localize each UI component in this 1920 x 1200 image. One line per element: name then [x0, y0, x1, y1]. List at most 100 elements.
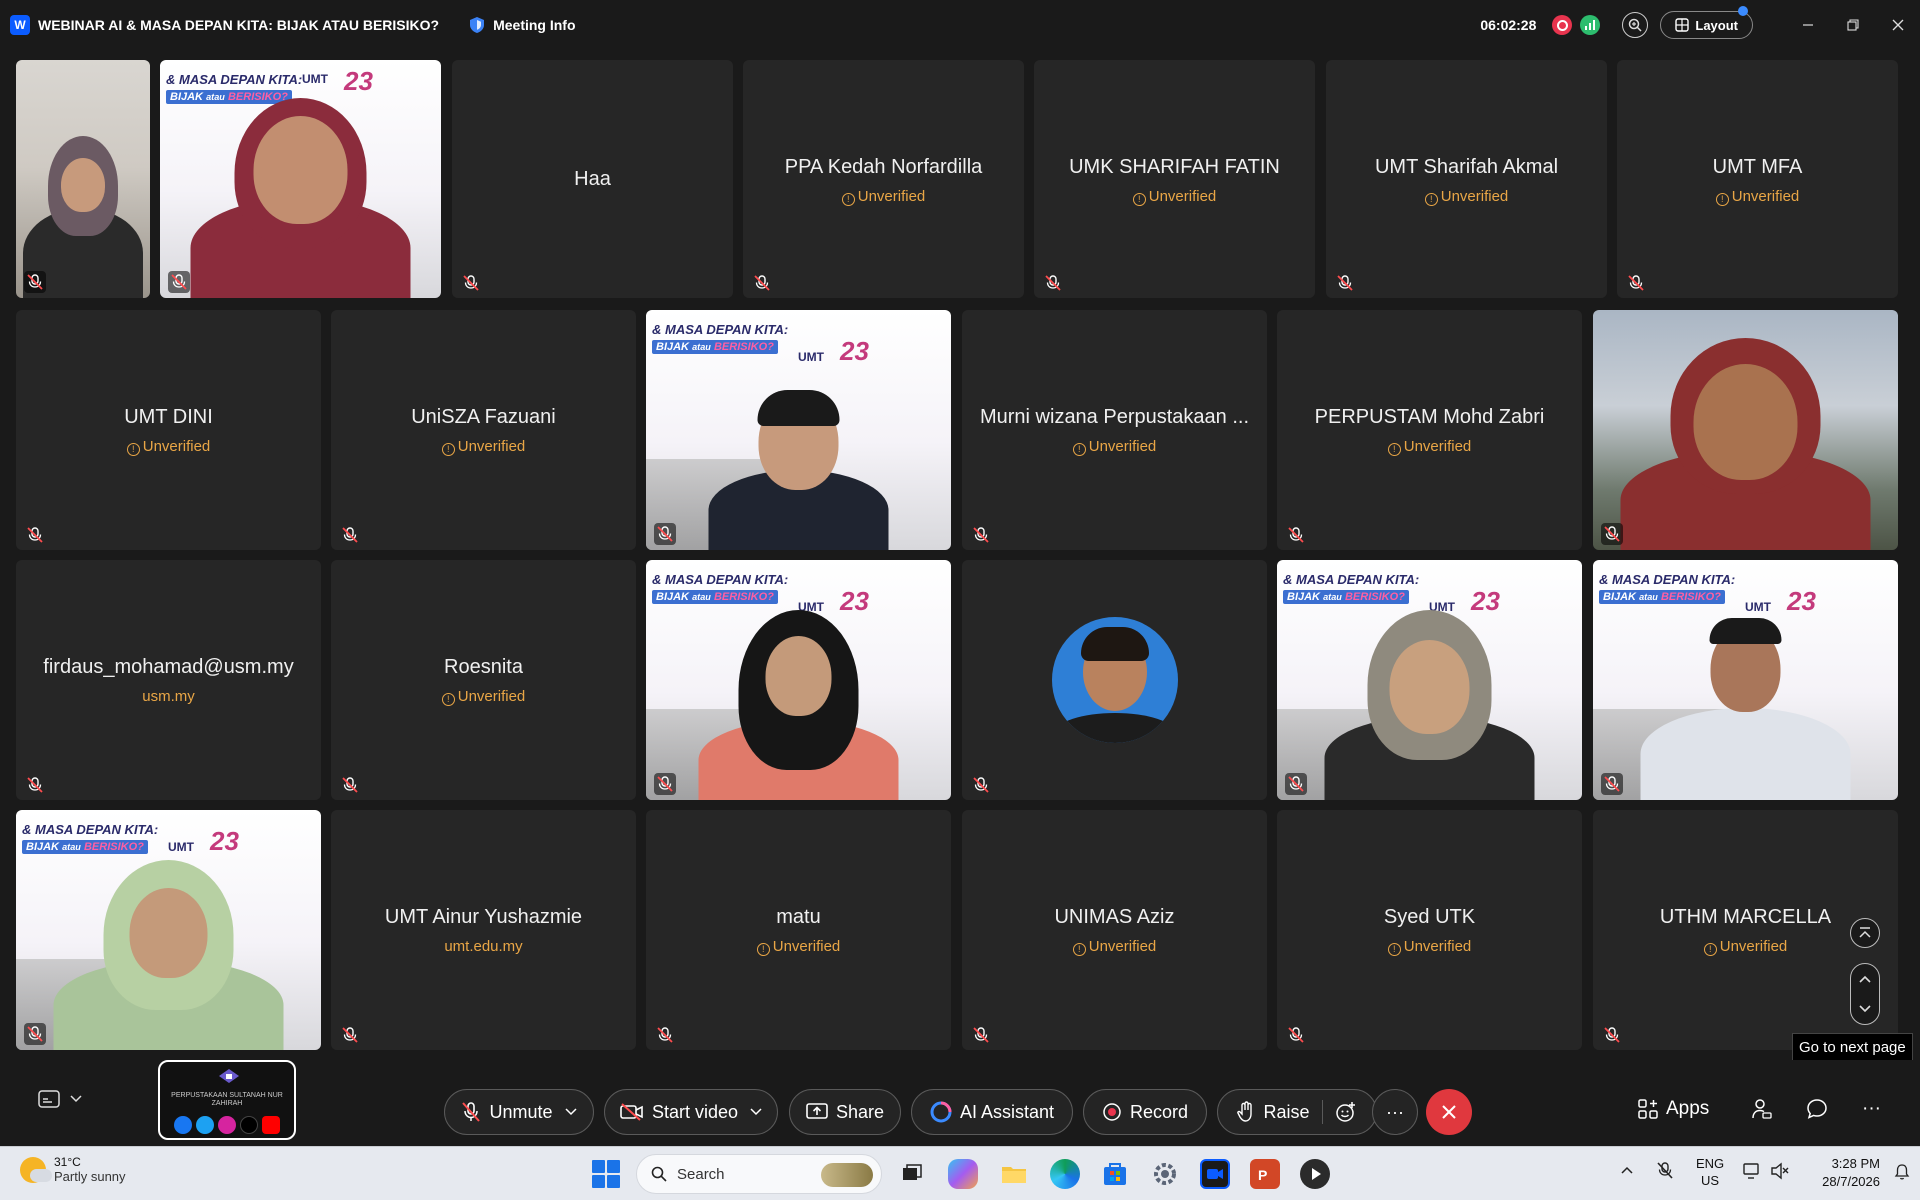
taskbar-search[interactable]: Search — [636, 1154, 882, 1194]
clock-date: 28/7/2026 — [1822, 1174, 1880, 1189]
file-explorer-icon[interactable] — [999, 1159, 1029, 1189]
task-view-icon[interactable] — [897, 1159, 927, 1189]
start-video-button[interactable]: Start video — [604, 1089, 778, 1135]
more-options-button[interactable]: ··· — [1372, 1089, 1418, 1135]
participant-tile-12[interactable]: PERPUSTAM Mohd Zabri ! Unverified — [1277, 310, 1582, 550]
partly-sunny-icon — [20, 1156, 52, 1183]
settings-gear-icon[interactable] — [1150, 1159, 1180, 1189]
participants-button[interactable] — [1752, 1098, 1772, 1120]
participant-tile-11[interactable]: Murni wizana Perpustakaan ... ! Unverifie… — [962, 310, 1267, 550]
share-button[interactable]: Share — [789, 1089, 901, 1135]
apps-icon — [1638, 1099, 1658, 1119]
powerpoint-icon[interactable]: P — [1250, 1159, 1280, 1189]
raise-reactions-group: Raise — [1217, 1089, 1377, 1135]
participant-tile-20[interactable]: & MASA DEPAN KITA: BIJAK atau BERISIKO? … — [16, 810, 321, 1050]
participant-tile-16[interactable]: & MASA DEPAN KITA: BIJAK atau BERISIKO? … — [646, 560, 951, 800]
captions-button[interactable] — [38, 1090, 82, 1108]
muted-mic-icon — [1288, 1027, 1304, 1043]
apps-button[interactable]: Apps — [1638, 1098, 1709, 1120]
verification-status: ! Unverified — [1326, 188, 1607, 206]
participant-tile-10[interactable]: & MASA DEPAN KITA: BIJAK atau BERISIKO? … — [646, 310, 951, 550]
chevron-down-icon[interactable] — [1858, 1004, 1872, 1014]
participant-tile-18[interactable]: & MASA DEPAN KITA: BIJAK atau BERISIKO? … — [1277, 560, 1582, 800]
participant-tile-5[interactable]: UMK SHARIFAH FATIN ! Unverified — [1034, 60, 1315, 298]
participant-tile-19[interactable]: & MASA DEPAN KITA: BIJAK atau BERISIKO? … — [1593, 560, 1898, 800]
chevron-down-icon[interactable] — [564, 1108, 577, 1116]
info-icon: ! — [1703, 943, 1717, 956]
svg-text:P: P — [1258, 1167, 1267, 1183]
copilot-icon[interactable] — [948, 1159, 978, 1189]
scroll-to-top-button[interactable] — [1850, 918, 1880, 948]
participant-tile-22[interactable]: matu ! Unverified — [646, 810, 951, 1050]
edge-browser-icon[interactable] — [1050, 1159, 1080, 1189]
chevron-up-icon[interactable] — [1858, 974, 1872, 984]
grid-icon — [1675, 18, 1690, 32]
participant-tile-14[interactable]: firdaus_mohamad@usm.my usm.my — [16, 560, 321, 800]
participant-tile-2[interactable]: & MASA DEPAN KITA: BIJAK atau BERISIKO? … — [160, 60, 441, 298]
layout-button[interactable]: Layout — [1660, 6, 1753, 39]
participant-tile-4[interactable]: PPA Kedah Norfardilla ! Unverified — [743, 60, 1024, 298]
participant-name: UNIMAS Aziz — [1054, 906, 1175, 928]
mic-muted-tray-icon[interactable] — [1656, 1161, 1674, 1184]
zoom-view-icon[interactable] — [1622, 12, 1649, 38]
verification-status: ! Unverified — [16, 438, 321, 456]
verification-status: ! Unverified — [1617, 188, 1898, 206]
language-indicator[interactable]: ENG US — [1696, 1155, 1724, 1189]
store-icon[interactable] — [1100, 1159, 1130, 1189]
chevron-up-bar-icon — [1859, 927, 1871, 938]
muted-mic-icon — [973, 527, 989, 543]
chat-button[interactable] — [1806, 1098, 1828, 1120]
shield-icon[interactable] — [469, 16, 485, 34]
volume-muted-icon[interactable] — [1770, 1161, 1790, 1184]
recording-indicator-icon[interactable] — [1552, 15, 1573, 35]
participant-tile-7[interactable]: UMT MFA ! Unverified — [1617, 60, 1898, 298]
zoom-taskbar-icon[interactable] — [1200, 1159, 1230, 1189]
participant-tile-17[interactable] — [962, 560, 1267, 800]
weather-widget[interactable]: 31°C Partly sunny — [20, 1155, 126, 1184]
minimize-button[interactable] — [1785, 0, 1830, 50]
raise-label[interactable]: Raise — [1263, 1102, 1309, 1123]
participant-tile-3[interactable]: Haa — [452, 60, 733, 298]
start-video-label: Start video — [651, 1101, 739, 1122]
notification-bell-icon[interactable] — [1894, 1163, 1910, 1184]
record-button[interactable]: Record — [1083, 1089, 1207, 1135]
divider — [1321, 1100, 1323, 1124]
connection-stats-icon[interactable] — [1580, 15, 1601, 35]
chevron-down-icon[interactable] — [750, 1108, 762, 1116]
participant-tile-21[interactable]: UMT Ainur Yushazmie umt.edu.my — [331, 810, 636, 1050]
raise-hand-icon[interactable] — [1237, 1101, 1255, 1123]
language-code: ENG — [1696, 1156, 1725, 1171]
close-window-button[interactable] — [1875, 0, 1920, 50]
system-clock[interactable]: 3:28 PM 28/7/2026 — [1822, 1155, 1880, 1191]
muted-mic-icon — [1628, 275, 1644, 291]
participant-tile-8[interactable]: UMT DINI ! Unverified — [16, 310, 321, 550]
end-meeting-button[interactable] — [1426, 1089, 1472, 1135]
ai-assistant-button[interactable]: AI Assistant — [911, 1089, 1073, 1135]
participant-tile-9[interactable]: UniSZA Fazuani ! Unverified — [331, 310, 636, 550]
reaction-smiley-icon[interactable] — [1335, 1101, 1357, 1123]
network-icon[interactable] — [1742, 1161, 1762, 1184]
windows-start-icon[interactable] — [592, 1160, 620, 1188]
search-highlight-icon — [821, 1163, 873, 1187]
info-icon: ! — [841, 193, 855, 206]
record-label: Record — [1129, 1101, 1189, 1122]
participant-tile-6[interactable]: UMT Sharifah Akmal ! Unverified — [1326, 60, 1607, 298]
media-player-icon[interactable] — [1300, 1159, 1330, 1189]
participant-tile-13[interactable] — [1593, 310, 1898, 550]
restore-button[interactable] — [1830, 0, 1875, 50]
toolbar-more-button[interactable]: ··· — [1862, 1098, 1881, 1120]
participant-tile-24[interactable]: Syed UTK ! Unverified — [1277, 810, 1582, 1050]
info-icon: ! — [441, 693, 455, 706]
participant-tile-15[interactable]: Roesnita ! Unverified — [331, 560, 636, 800]
video-feed: & MASA DEPAN KITA: BIJAK atau BERISIKO? … — [646, 310, 951, 550]
muted-mic-icon — [27, 777, 43, 793]
participant-tile-1[interactable] — [16, 60, 150, 298]
unmute-button[interactable]: Unmute — [444, 1089, 594, 1135]
captions-icon — [38, 1090, 60, 1108]
meeting-title: WEBINAR AI & MASA DEPAN KITA: BIJAK ATAU… — [38, 17, 440, 33]
participant-tile-23[interactable]: UNIMAS Aziz ! Unverified — [962, 810, 1267, 1050]
meeting-info-button[interactable]: Meeting Info — [493, 17, 575, 33]
muted-mic-icon — [24, 271, 46, 293]
verification-status: ! Unverified — [331, 438, 636, 456]
show-hidden-icons[interactable] — [1620, 1163, 1634, 1178]
